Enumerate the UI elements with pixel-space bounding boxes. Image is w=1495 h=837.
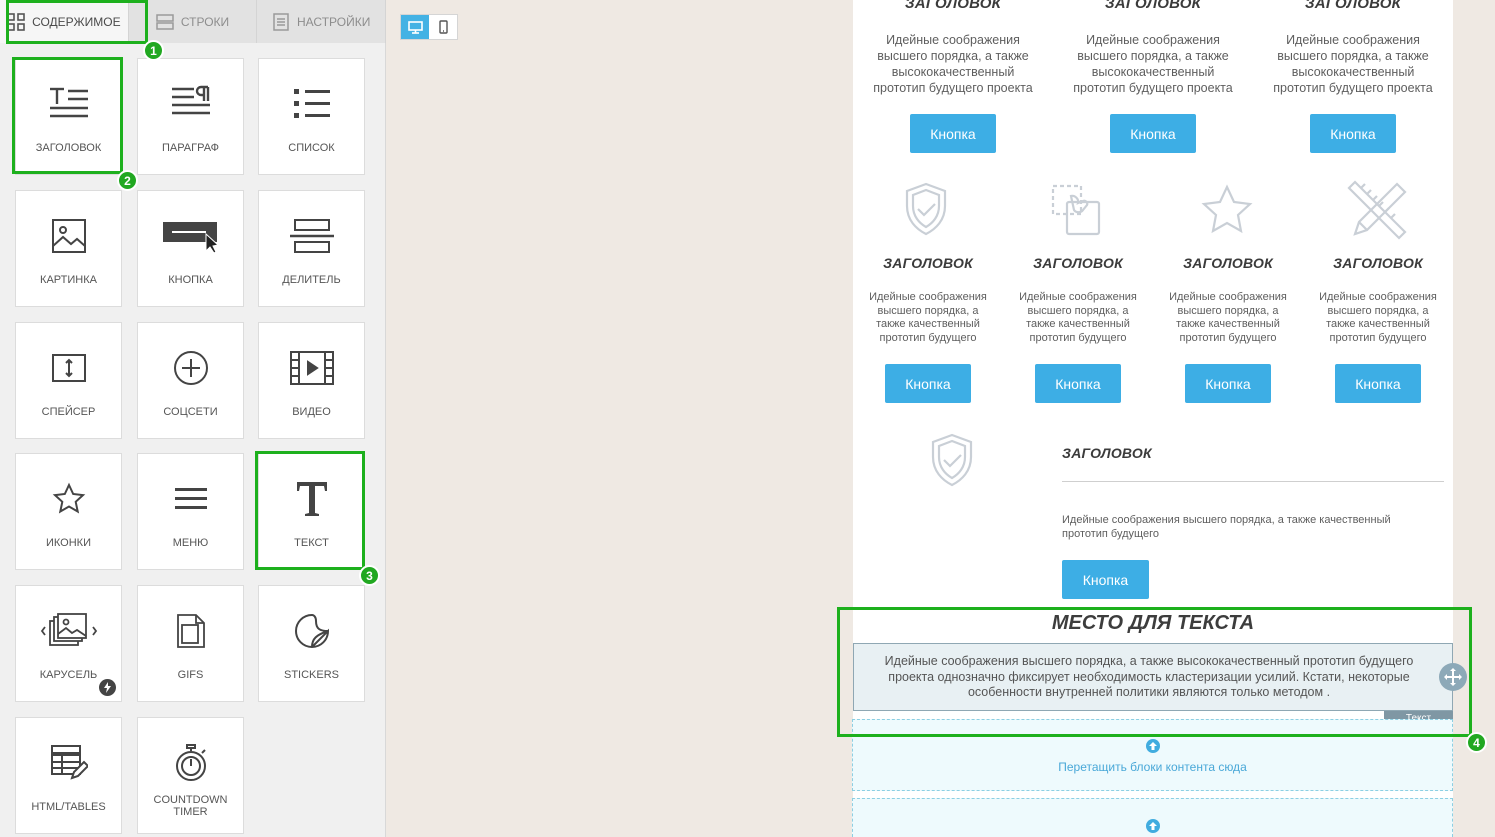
carousel-icon <box>40 613 97 646</box>
step-badge-4: 4 <box>1466 732 1487 753</box>
row2-col4-heading[interactable]: ЗАГОЛОВОК <box>1303 255 1453 271</box>
bolt-icon <box>99 679 116 696</box>
plus-circle-icon <box>173 351 208 385</box>
spacer-icon <box>51 354 86 382</box>
tile-carousel-label: КАРУСЕЛЬ <box>39 669 98 681</box>
row1-col1-button[interactable]: Кнопка <box>910 114 996 153</box>
tab-rows-label: СТРОКИ <box>180 14 230 29</box>
row1-col1-desc[interactable]: Идейные соображения высшего порядка, а т… <box>866 32 1040 96</box>
tile-spacer[interactable]: СПЕЙСЕР <box>15 322 122 439</box>
row2-col1-button[interactable]: Кнопка <box>885 364 971 403</box>
step-badge-1: 1 <box>143 40 164 61</box>
paragraph-icon <box>171 85 210 115</box>
settings-doc-icon <box>273 12 289 31</box>
divider-icon <box>289 219 334 253</box>
tile-carousel[interactable]: КАРУСЕЛЬ <box>15 585 122 702</box>
drop-zone-label: Перетащить блоки контента сюда <box>1058 760 1247 774</box>
tile-html[interactable]: HTML/TABLES <box>15 717 122 834</box>
step-badge-3: 3 <box>359 565 380 586</box>
image-icon <box>51 219 86 253</box>
highlight-frame-3 <box>255 451 365 570</box>
tile-divider[interactable]: ДЕЛИТЕЛЬ <box>258 190 365 307</box>
tile-stickers[interactable]: STICKERS <box>258 585 365 702</box>
row1-col2-heading[interactable]: ЗАГОЛОВОК <box>1053 0 1253 12</box>
tile-image[interactable]: КАРТИНКА <box>15 190 122 307</box>
gif-file-icon <box>176 614 205 648</box>
device-switcher <box>400 14 458 40</box>
row3-button[interactable]: Кнопка <box>1062 560 1149 599</box>
row3-divider <box>1062 481 1444 482</box>
row2-col2-button[interactable]: Кнопка <box>1035 364 1121 403</box>
row2-col4-desc[interactable]: Идейные соображения высшего порядка, а т… <box>1315 291 1441 345</box>
row1-col2-button[interactable]: Кнопка <box>1110 114 1196 153</box>
tile-icons[interactable]: ИКОНКИ <box>15 453 122 570</box>
tile-button-label: КНОПКА <box>168 274 213 286</box>
arrow-up-circle-icon <box>1145 739 1160 753</box>
tile-video-label: ВИДЕО <box>292 406 331 418</box>
star-icon <box>52 482 85 514</box>
row1-col3-desc[interactable]: Идейные соображения высшего порядка, а т… <box>1266 32 1440 96</box>
tile-icons-label: ИКОНКИ <box>45 537 91 549</box>
row2-col3-desc[interactable]: Идейные соображения высшего порядка, а т… <box>1165 291 1291 345</box>
button-icon <box>162 222 219 254</box>
tile-video[interactable]: ВИДЕО <box>258 322 365 439</box>
highlight-frame-1 <box>6 0 148 44</box>
tile-html-label: HTML/TABLES <box>31 801 106 813</box>
tile-paragraph-label: ПАРАГРАФ <box>161 142 220 154</box>
list-icon <box>293 89 330 118</box>
menu-icon <box>174 488 207 509</box>
desktop-view-button[interactable] <box>401 15 429 39</box>
stopwatch-icon <box>175 744 206 781</box>
drop-zone-2[interactable] <box>852 798 1453 837</box>
row2-col3-button[interactable]: Кнопка <box>1185 364 1271 403</box>
row2-col2-desc[interactable]: Идейные соображения высшего порядка, а т… <box>1015 291 1141 345</box>
row3-desc[interactable]: Идейные соображения высшего порядка, а т… <box>1062 514 1422 541</box>
tile-timer[interactable]: COUNTDOWN TIMER <box>137 717 244 834</box>
tile-menu-label: МЕНЮ <box>172 537 209 549</box>
table-edit-icon <box>50 745 88 780</box>
tile-social-label: СОЦСЕТИ <box>163 406 218 418</box>
sticker-icon <box>294 614 329 648</box>
rows-icon <box>156 13 174 30</box>
row2-col3-heading[interactable]: ЗАГОЛОВОК <box>1153 255 1303 271</box>
mobile-icon <box>438 20 448 34</box>
tile-gifs[interactable]: GIFS <box>137 585 244 702</box>
row2-col1-desc[interactable]: Идейные соображения высшего порядка, а т… <box>865 291 991 345</box>
row1-col3-button[interactable]: Кнопка <box>1310 114 1396 153</box>
row3-heading[interactable]: ЗАГОЛОВОК <box>1062 445 1152 461</box>
row2-col4-button[interactable]: Кнопка <box>1335 364 1421 403</box>
star-outline-icon <box>1201 184 1253 234</box>
video-icon <box>289 351 334 385</box>
tile-timer-label: COUNTDOWN TIMER <box>153 794 228 818</box>
tile-list[interactable]: СПИСОК <box>258 58 365 175</box>
tile-button[interactable]: КНОПКА <box>137 190 244 307</box>
row1-col2-desc[interactable]: Идейные соображения высшего порядка, а т… <box>1066 32 1240 96</box>
row3-shield-check-icon <box>931 433 973 487</box>
tile-gifs-label: GIFS <box>177 669 204 681</box>
row2-col1-heading[interactable]: ЗАГОЛОВОК <box>853 255 1003 271</box>
tab-settings-label: НАСТРОЙКИ <box>297 14 371 29</box>
mobile-view-button[interactable] <box>429 15 457 39</box>
shield-check-icon <box>905 182 947 236</box>
tile-menu[interactable]: МЕНЮ <box>137 453 244 570</box>
tile-list-label: СПИСОК <box>288 142 335 154</box>
drag-select-icon <box>1051 184 1101 236</box>
tab-settings[interactable]: НАСТРОЙКИ <box>257 0 387 43</box>
tile-spacer-label: СПЕЙСЕР <box>41 406 96 418</box>
tile-social[interactable]: СОЦСЕТИ <box>137 322 244 439</box>
pencil-ruler-icon <box>1347 180 1407 240</box>
step-badge-2: 2 <box>117 170 138 191</box>
tile-stickers-label: STICKERS <box>283 669 339 681</box>
tile-divider-label: ДЕЛИТЕЛЬ <box>282 274 341 286</box>
tile-image-label: КАРТИНКА <box>40 274 97 286</box>
desktop-icon <box>407 20 423 34</box>
tile-paragraph[interactable]: ПАРАГРАФ <box>137 58 244 175</box>
row1-col1-heading[interactable]: ЗАГОЛОВОК <box>853 0 1053 12</box>
row2-col2-heading[interactable]: ЗАГОЛОВОК <box>1003 255 1153 271</box>
row1-col3-heading[interactable]: ЗАГОЛОВОК <box>1253 0 1453 12</box>
highlight-frame-2 <box>12 57 123 174</box>
highlight-frame-4 <box>837 607 1472 737</box>
arrow-up-circle-icon-2 <box>1145 819 1160 833</box>
